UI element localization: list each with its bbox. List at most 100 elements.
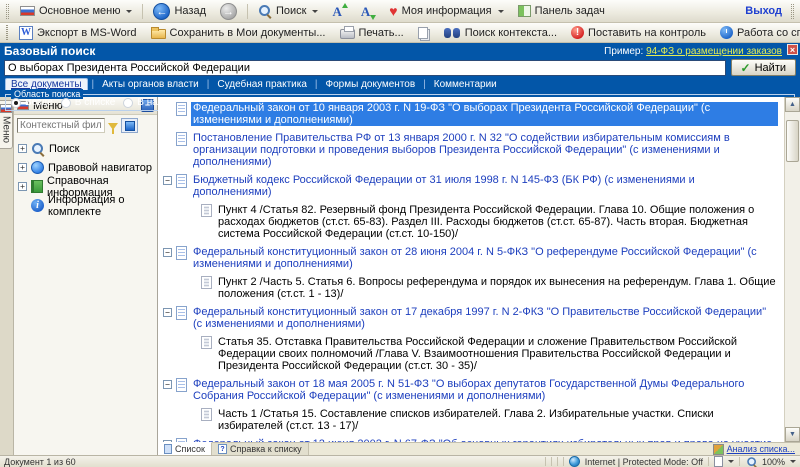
font-decrease-button[interactable]: A (355, 2, 381, 21)
scroll-thumb[interactable] (786, 120, 799, 162)
forward-button[interactable]: → (214, 2, 243, 21)
export-word-button[interactable]: W Экспорт в MS-Word (13, 23, 143, 42)
document-title-text[interactable]: Статья 35. Отставка Правительства Россий… (216, 336, 778, 372)
scroll-down-button[interactable]: ▼ (785, 427, 800, 442)
radio-icon[interactable] (61, 98, 71, 108)
context-filter-row (14, 115, 157, 137)
export-word-label: Экспорт в MS-Word (37, 27, 137, 39)
back-button[interactable]: ← Назад (147, 2, 212, 21)
list-work-button[interactable]: Работа со списком (714, 23, 800, 42)
fragment-row[interactable]: Статья 35. Отставка Правительства Россий… (188, 336, 778, 372)
document-title-text[interactable]: Постановление Правительства РФ от 13 янв… (191, 132, 778, 168)
set-control-button[interactable]: Поставить на контроль (565, 23, 712, 42)
document-title-text[interactable]: Федеральный конституционный закон от 17 … (191, 306, 778, 330)
collapse-toggle[interactable]: − (163, 248, 172, 257)
collapse-toggle[interactable]: − (163, 308, 172, 317)
toolbar-grip[interactable] (791, 4, 794, 19)
toolbar-grip[interactable] (6, 25, 8, 40)
filter-apply-button[interactable] (121, 118, 138, 133)
document-row[interactable]: Федеральный закон от 10 января 2003 г. N… (163, 102, 778, 126)
tab-list-help[interactable]: Справка к списку (212, 443, 309, 455)
exit-link[interactable]: Выход (741, 5, 786, 17)
document-row[interactable]: − Федеральный конституционный закон от 28… (163, 246, 778, 270)
document-title-text[interactable]: Федеральный закон от 10 января 2003 г. N… (191, 102, 778, 126)
printer-icon (340, 29, 355, 39)
document-row[interactable]: − Федеральный закон от 18 мая 2005 г. N 5… (163, 378, 778, 402)
scroll-track[interactable] (785, 112, 800, 427)
expand-toggle[interactable]: + (18, 182, 27, 191)
document-title-text[interactable]: Федеральный закон от 18 мая 2005 г. N 51… (191, 378, 778, 402)
sidebar: Меню − +Поиск+Правовой навигатор+Справоч… (14, 97, 158, 455)
folder-icon (151, 29, 166, 39)
vertical-scrollbar[interactable]: ▲ ▼ (784, 97, 800, 442)
my-info-button[interactable]: ♥ Моя информация (383, 2, 509, 21)
save-my-docs-button[interactable]: Сохранить в Мои документы... (145, 23, 332, 42)
task-panel-button[interactable]: Панель задач (512, 2, 611, 21)
status-separator (563, 457, 564, 466)
example-link[interactable]: 94-ФЗ о размещении заказов (646, 46, 782, 57)
expand-toggle[interactable]: + (18, 144, 27, 153)
tab-list[interactable]: Список (158, 442, 212, 455)
document-title-text[interactable]: Часть 1 /Статья 15. Составление списков … (216, 408, 778, 432)
fragment-row[interactable]: Пункт 2 /Часть 5. Статья 6. Вопросы рефе… (188, 276, 778, 300)
find-button[interactable]: ✓ Найти (731, 59, 796, 76)
document-row[interactable]: − Бюджетный кодекс Российской Федерации о… (163, 174, 778, 198)
toolbar-grip[interactable] (6, 4, 9, 19)
status-separator (545, 457, 546, 466)
chevron-down-icon (126, 10, 132, 13)
print-button[interactable]: Печать... (334, 23, 410, 42)
page-zoom-menu[interactable] (714, 456, 734, 467)
search-tab[interactable]: Судебная практика (213, 79, 311, 90)
russian-flag-icon (20, 6, 35, 16)
expand-toggle[interactable]: + (18, 163, 27, 172)
document-row[interactable]: Постановление Правительства РФ от 13 янв… (163, 132, 778, 168)
task-panel-icon (518, 5, 531, 17)
toolbar-separator (247, 4, 248, 19)
green-book-icon (31, 180, 43, 193)
alert-icon (571, 26, 584, 39)
document-title-text[interactable]: Федеральный конституционный закон от 28 … (191, 246, 778, 270)
main-menu-button[interactable]: Основное меню (14, 2, 138, 21)
clock-icon (720, 26, 733, 39)
fragment-row[interactable]: Часть 1 /Статья 15. Составление списков … (188, 408, 778, 432)
status-separator (708, 457, 709, 466)
scope-option[interactable]: В списке (61, 97, 116, 108)
zoom-control[interactable]: 100% (745, 455, 796, 467)
search-tab[interactable]: Комментарии (430, 79, 501, 90)
scroll-up-button[interactable]: ▲ (785, 97, 800, 112)
sidebar-tree: +Поиск+Правовой навигатор+Справочная инф… (14, 137, 157, 215)
close-icon[interactable] (787, 44, 798, 55)
help-tab-icon (218, 444, 227, 454)
radio-icon[interactable] (11, 98, 21, 108)
main-menu-label: Основное меню (39, 5, 120, 17)
sidebar-item[interactable]: Информация о комплекте (18, 196, 157, 215)
search-menu-button[interactable]: Поиск (252, 2, 324, 21)
zoom-level: 100% (762, 457, 785, 467)
status-separator (551, 457, 552, 466)
context-search-button[interactable]: Поиск контекста... (438, 23, 563, 42)
collapse-toggle[interactable]: − (163, 176, 172, 185)
sidebar-item[interactable]: +Поиск (18, 139, 157, 158)
bottom-tabs: Список Справка к списку Анализ списка... (158, 442, 800, 455)
document-row[interactable]: − Федеральный конституционный закон от 17… (163, 306, 778, 330)
menu-tab-label: Меню (1, 116, 12, 143)
search-tab[interactable]: Акты органов власти (98, 79, 203, 90)
analyze-list-link[interactable]: Анализ списка... (727, 444, 795, 454)
actions-toolbar: W Экспорт в MS-Word Сохранить в Мои доку… (0, 23, 800, 43)
copy-button[interactable] (412, 23, 436, 42)
search-tabs: Все документы|Акты органов власти|Судебн… (4, 77, 796, 90)
context-filter-input[interactable] (17, 118, 105, 133)
fragment-row[interactable]: Пункт 4 /Статья 82. Резервный фонд Прези… (188, 204, 778, 240)
filter-funnel-icon[interactable] (108, 123, 118, 130)
search-tab[interactable]: Формы документов (322, 79, 420, 90)
tab-separator: | (315, 79, 318, 90)
collapse-toggle[interactable]: − (163, 380, 172, 389)
list-tab-label: Список (175, 444, 205, 454)
document-title-text[interactable]: Бюджетный кодекс Российской Федерации от… (191, 174, 778, 198)
document-title-text[interactable]: Пункт 4 /Статья 82. Резервный фонд Прези… (216, 204, 778, 240)
radio-icon[interactable] (123, 98, 133, 108)
document-title-text[interactable]: Пункт 2 /Часть 5. Статья 6. Вопросы рефе… (216, 276, 778, 300)
font-increase-button[interactable]: A (326, 2, 352, 21)
tab-separator: | (207, 79, 210, 90)
search-input[interactable] (4, 60, 726, 76)
